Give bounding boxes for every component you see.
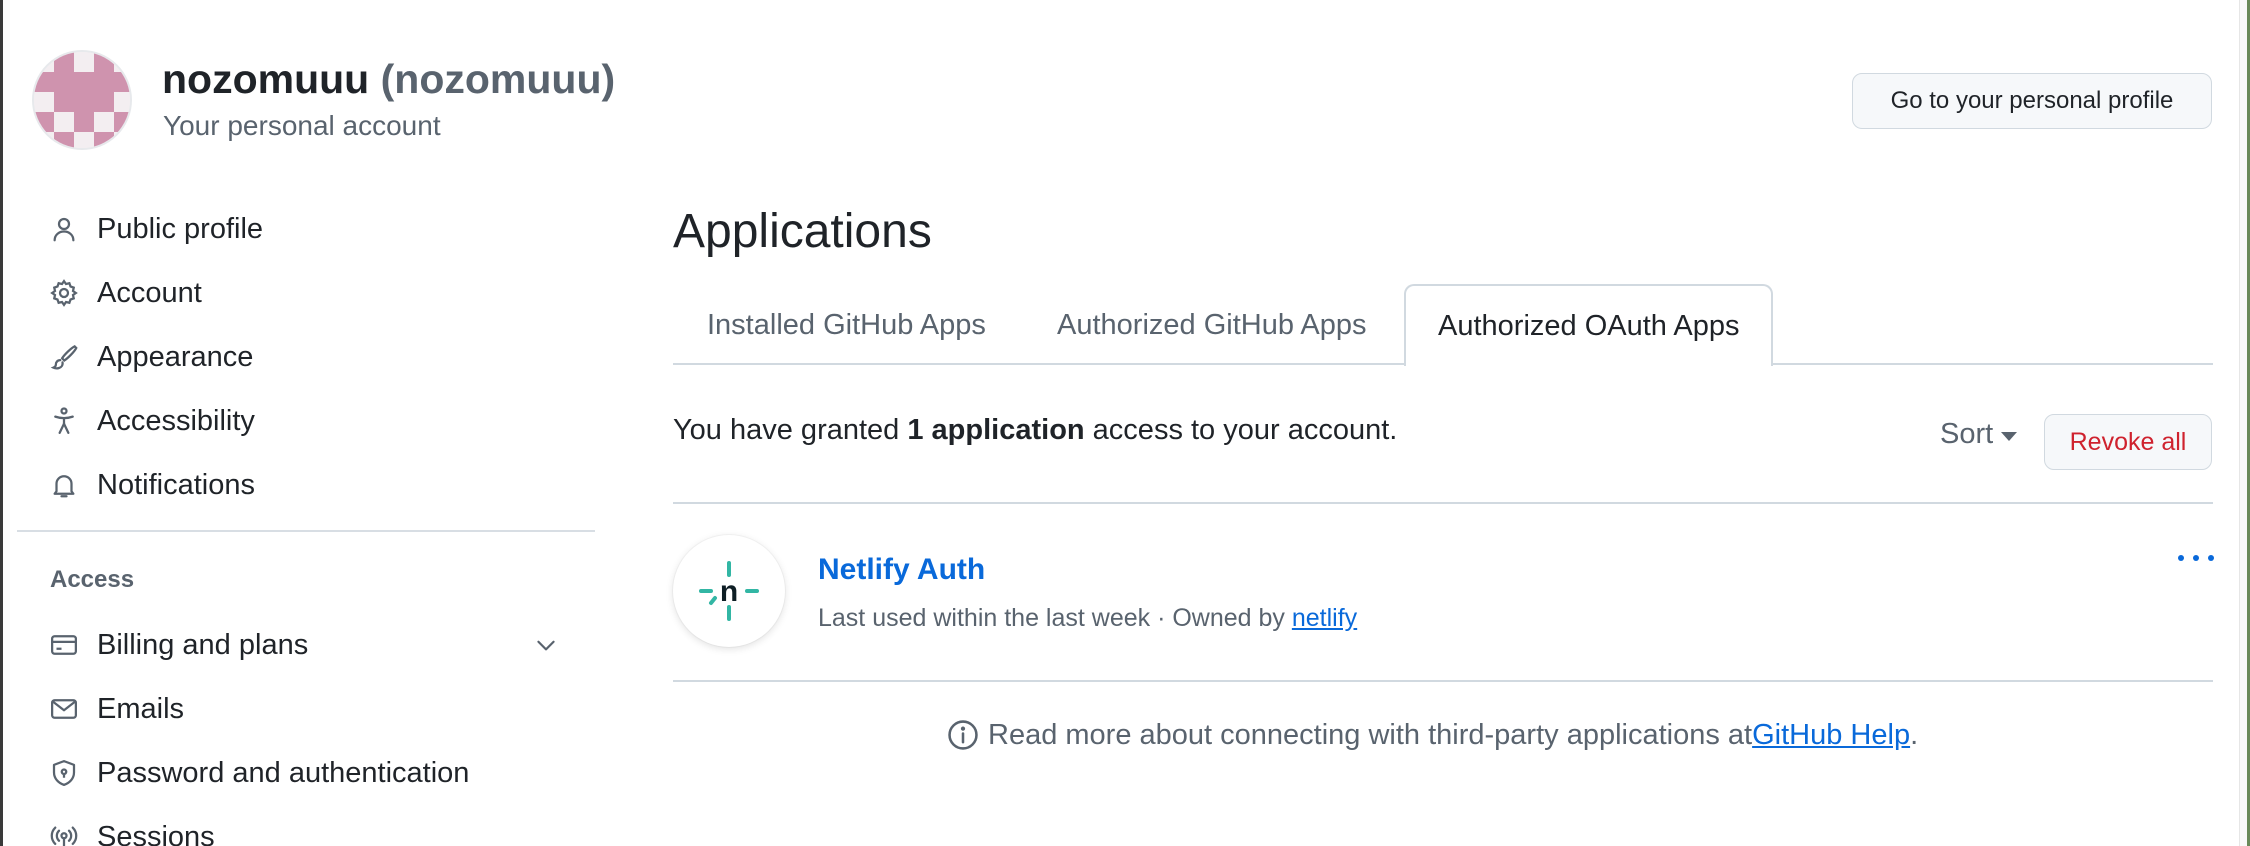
sidebar-item-password-auth[interactable]: Password and authentication (47, 747, 587, 799)
sidebar-item-account[interactable]: Account (47, 267, 587, 319)
tab-authorized-oauth-apps[interactable]: Authorized OAuth Apps (1404, 284, 1774, 366)
app-name-link[interactable]: Netlify Auth (818, 553, 985, 587)
sidebar-item-label: Sessions (97, 820, 215, 846)
sidebar-item-label: Notifications (97, 468, 255, 501)
grant-summary: You have granted 1 application access to… (673, 414, 1397, 447)
settings-page: nozomuuu (nozomuuu) Your personal accoun… (0, 0, 2250, 846)
grant-prefix: You have granted (673, 414, 908, 446)
accessibility-icon (47, 404, 81, 438)
sidebar-heading-access: Access (50, 566, 135, 593)
go-to-profile-button[interactable]: Go to your personal profile (1852, 73, 2212, 129)
gear-icon (47, 276, 81, 310)
grant-count: 1 application (907, 414, 1085, 446)
sidebar-item-label: Accessibility (97, 404, 255, 437)
chevron-down-icon[interactable] (533, 632, 559, 658)
tab-authorized-github-apps[interactable]: Authorized GitHub Apps (1057, 285, 1367, 365)
kebab-menu-icon[interactable] (2178, 548, 2214, 568)
app-last-used: Last used within the last week · Owned b… (818, 604, 1292, 632)
sidebar-item-billing[interactable]: Billing and plans (47, 619, 587, 671)
sidebar-divider (17, 530, 595, 532)
help-period: . (1910, 718, 1919, 751)
sidebar-item-label: Billing and plans (97, 628, 309, 661)
app-meta: Last used within the last week · Owned b… (818, 604, 1357, 633)
help-text: Read more about connecting with third-pa… (988, 718, 1753, 751)
bell-icon (47, 468, 81, 502)
netlify-logo-letter: n (720, 575, 738, 608)
credit-card-icon (47, 628, 81, 662)
github-help-link[interactable]: GitHub Help (1752, 719, 1910, 752)
help-note: Read more about connecting with third-pa… (946, 718, 1918, 752)
paintbrush-icon (47, 340, 81, 374)
sidebar-item-accessibility[interactable]: Accessibility (47, 395, 587, 447)
mail-icon (47, 692, 81, 726)
avatar[interactable] (32, 50, 132, 150)
sidebar-item-sessions[interactable]: Sessions (47, 811, 587, 846)
shield-lock-icon (47, 756, 81, 790)
revoke-all-button[interactable]: Revoke all (2044, 414, 2212, 470)
info-icon (946, 718, 980, 752)
sidebar-item-emails[interactable]: Emails (47, 683, 587, 735)
tab-installed-github-apps[interactable]: Installed GitHub Apps (707, 285, 986, 365)
account-subtitle: Your personal account (163, 110, 441, 141)
caret-down-icon (2001, 431, 2018, 441)
account-login: (nozomuuu) (380, 56, 616, 102)
account-name: nozomuuu (nozomuuu) (162, 56, 615, 103)
scrollbar-gutter[interactable] (2239, 0, 2247, 846)
broadcast-icon (47, 820, 81, 846)
sidebar-item-notifications[interactable]: Notifications (47, 459, 587, 511)
account-display-name: nozomuuu (162, 56, 370, 102)
sidebar-item-appearance[interactable]: Appearance (47, 331, 587, 383)
app-owner-link[interactable]: netlify (1292, 604, 1357, 632)
sidebar-item-label: Account (97, 276, 202, 309)
window-edge-left (0, 0, 3, 846)
page-title: Applications (673, 205, 932, 258)
list-bottom-divider (673, 680, 2213, 682)
list-top-divider (673, 502, 2213, 504)
sidebar-item-label: Appearance (97, 340, 254, 373)
sort-label: Sort (1940, 418, 1994, 450)
person-icon (47, 212, 81, 246)
grant-suffix: access to your account. (1084, 414, 1398, 446)
netlify-logo: n (673, 535, 785, 647)
sidebar-item-label: Emails (97, 692, 185, 725)
sidebar-item-label: Password and authentication (97, 756, 470, 789)
sidebar-item-label: Public profile (97, 212, 264, 245)
sidebar-item-public-profile[interactable]: Public profile (47, 203, 587, 255)
sort-dropdown[interactable]: Sort (1940, 418, 2018, 451)
